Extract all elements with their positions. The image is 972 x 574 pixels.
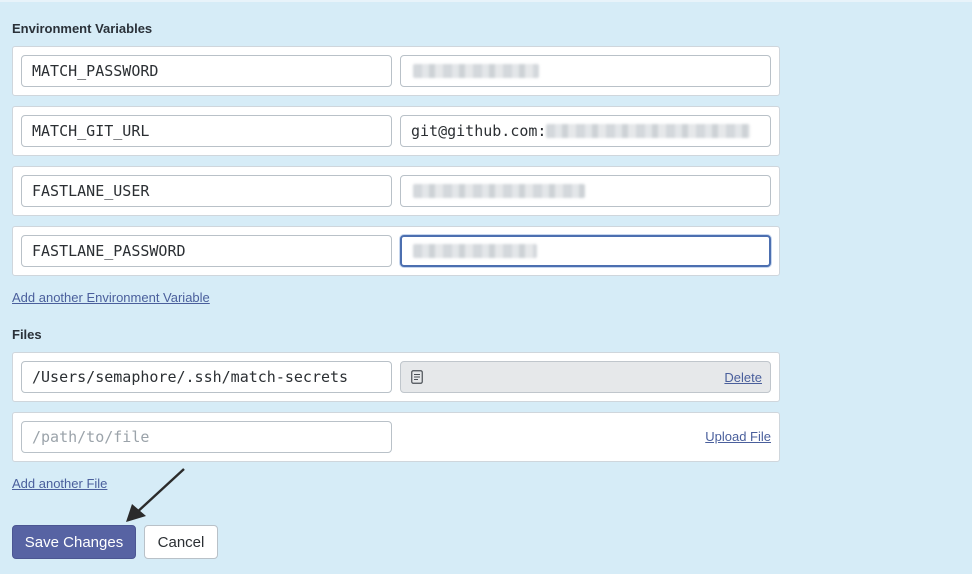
env-row: MATCH_GIT_URL git@github.com:: [12, 106, 780, 156]
save-changes-button[interactable]: Save Changes: [12, 525, 136, 559]
env-section-title: Environment Variables: [12, 21, 153, 36]
redacted-value: [413, 64, 539, 78]
arrow-icon: [126, 468, 185, 522]
env-name-input[interactable]: MATCH_PASSWORD: [21, 55, 392, 87]
file-row: /path/to/file Upload File: [12, 412, 780, 462]
top-divider: [0, 0, 972, 2]
env-value-input[interactable]: [400, 55, 771, 87]
env-row: FASTLANE_PASSWORD: [12, 226, 780, 276]
env-value-input[interactable]: [400, 175, 771, 207]
upload-file-link[interactable]: Upload File: [705, 429, 771, 444]
file-row: /Users/semaphore/.ssh/match-secrets Dele…: [12, 352, 780, 402]
cancel-button[interactable]: Cancel: [144, 525, 218, 559]
files-section-title: Files: [12, 327, 42, 342]
env-name-input[interactable]: FASTLANE_PASSWORD: [21, 235, 392, 267]
env-value-input[interactable]: [400, 235, 771, 267]
add-env-variable-link[interactable]: Add another Environment Variable: [12, 290, 210, 305]
redacted-value: [413, 184, 585, 198]
delete-file-link[interactable]: Delete: [724, 370, 762, 385]
env-row: FASTLANE_USER: [12, 166, 780, 216]
add-file-link[interactable]: Add another File: [12, 476, 107, 491]
file-content-box: Delete: [400, 361, 771, 393]
env-row: MATCH_PASSWORD: [12, 46, 780, 96]
env-name-input[interactable]: FASTLANE_USER: [21, 175, 392, 207]
new-file-path-input[interactable]: /path/to/file: [21, 421, 392, 453]
redacted-value: [413, 244, 537, 258]
file-path-input[interactable]: /Users/semaphore/.ssh/match-secrets: [21, 361, 392, 393]
env-value-prefix: git@github.com:: [411, 122, 547, 140]
redacted-value: [546, 124, 751, 138]
file-icon: [411, 370, 423, 384]
env-value-input[interactable]: git@github.com:: [400, 115, 771, 147]
env-name-input[interactable]: MATCH_GIT_URL: [21, 115, 392, 147]
